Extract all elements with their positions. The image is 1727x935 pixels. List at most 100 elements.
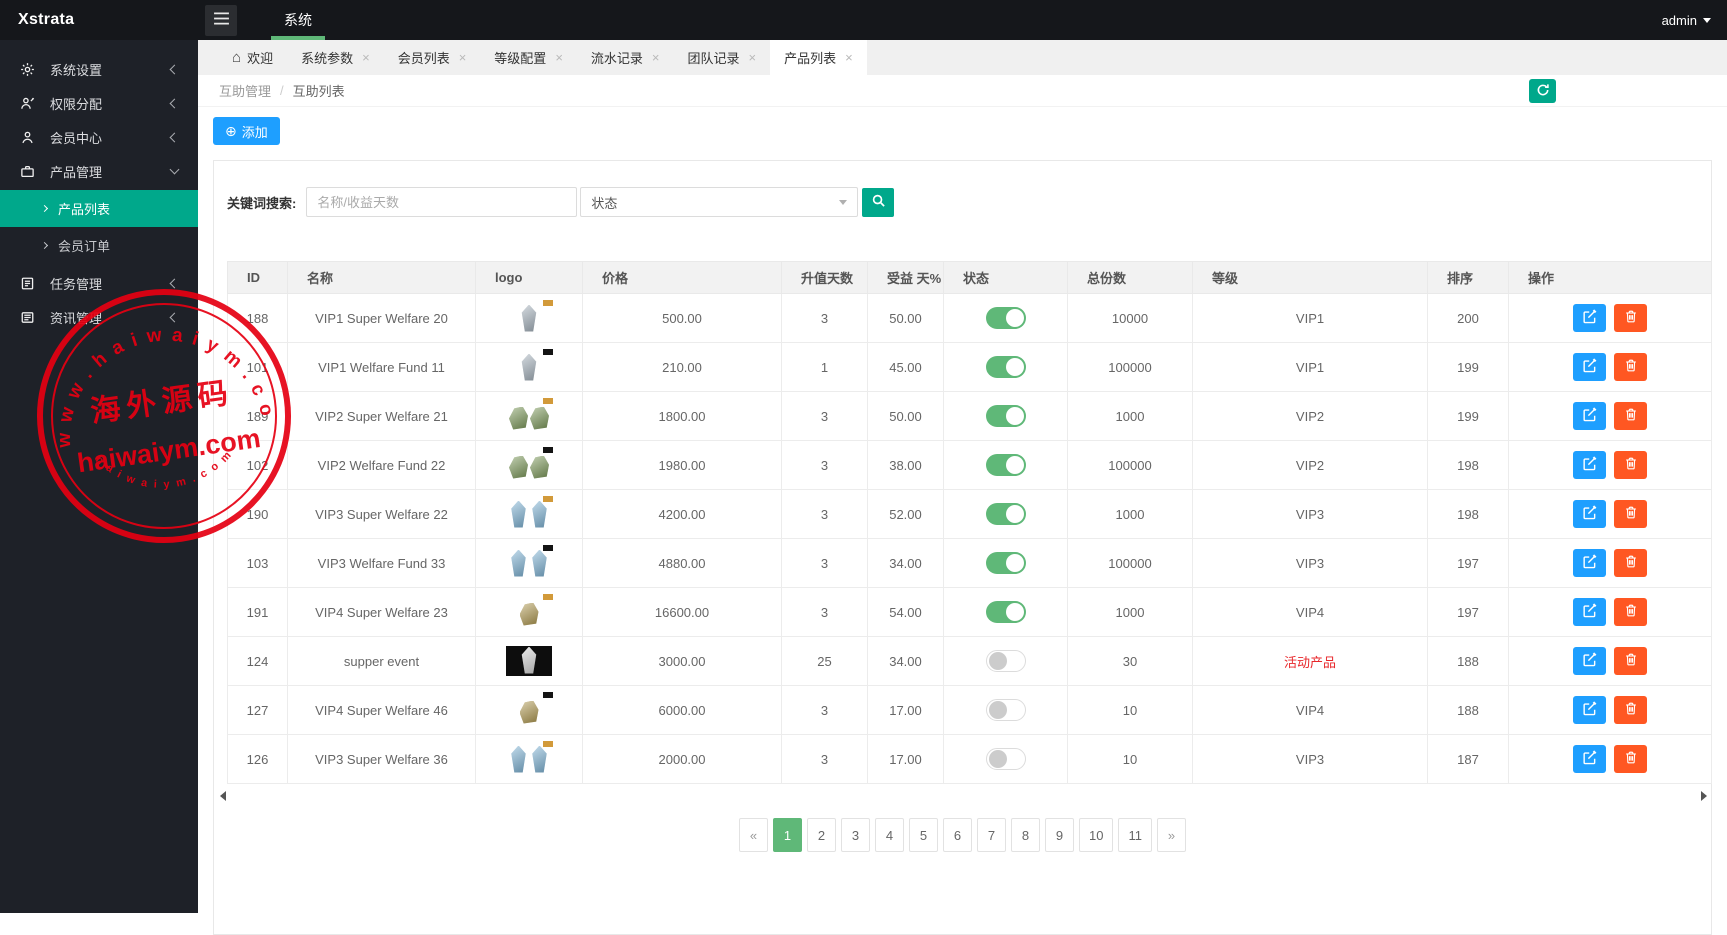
breadcrumb-parent[interactable]: 互助管理 — [219, 81, 271, 100]
tab-welcome[interactable]: ⌂ 欢迎 — [218, 40, 287, 75]
edit-button[interactable] — [1573, 304, 1606, 332]
status-toggle[interactable] — [985, 748, 1026, 770]
toggle-knob — [1005, 603, 1024, 621]
cell-total: 1000 — [1067, 489, 1193, 539]
toggle-knob — [1005, 358, 1024, 376]
edit-button[interactable] — [1573, 549, 1606, 577]
tab-member-list[interactable]: 会员列表 × — [384, 40, 481, 75]
sidebar-item-label: 产品列表 — [58, 202, 111, 217]
edit-button[interactable] — [1573, 696, 1606, 724]
level-text: VIP1 — [1295, 359, 1325, 375]
column-header: 操作 — [1508, 261, 1712, 294]
status-toggle[interactable] — [985, 552, 1026, 574]
status-select[interactable]: 状态 — [580, 187, 859, 217]
tab-close-icon[interactable]: × — [459, 50, 467, 65]
delete-button[interactable] — [1614, 500, 1647, 528]
delete-button[interactable] — [1614, 598, 1647, 626]
user-menu[interactable]: admin — [1662, 13, 1711, 28]
status-toggle[interactable] — [985, 356, 1026, 378]
cell-id: 191 — [227, 587, 288, 637]
delete-button[interactable] — [1614, 549, 1647, 577]
cell-name: VIP1 Super Welfare 20 — [287, 293, 476, 343]
logo-shape — [532, 549, 547, 577]
page-next[interactable]: » — [1156, 818, 1186, 852]
tab-close-icon[interactable]: × — [652, 50, 660, 65]
add-button[interactable]: ⊕ 添加 — [213, 117, 280, 145]
tab-flow-records[interactable]: 流水记录 × — [577, 40, 674, 75]
edit-button[interactable] — [1573, 353, 1606, 381]
status-toggle[interactable] — [985, 650, 1026, 672]
page-5[interactable]: 5 — [909, 818, 939, 852]
cell-sort: 197 — [1427, 538, 1509, 588]
status-toggle[interactable] — [985, 405, 1026, 427]
breadcrumb-separator: / — [280, 83, 284, 98]
page-1[interactable]: 1 — [773, 818, 803, 852]
tab-close-icon[interactable]: × — [749, 50, 757, 65]
edit-icon — [1582, 603, 1597, 621]
page-2[interactable]: 2 — [807, 818, 837, 852]
status-toggle[interactable] — [985, 454, 1026, 476]
column-header: 排序 — [1427, 261, 1509, 294]
delete-button[interactable] — [1614, 353, 1647, 381]
tab-product-list[interactable]: 产品列表 × — [770, 40, 867, 75]
keyword-input[interactable] — [306, 187, 578, 217]
page-8[interactable]: 8 — [1011, 818, 1041, 852]
page-3[interactable]: 3 — [841, 818, 871, 852]
page-11[interactable]: 11 — [1118, 818, 1152, 852]
sidebar-toggle-button[interactable] — [205, 4, 237, 36]
cell-sort: 188 — [1427, 685, 1509, 735]
tab-close-icon[interactable]: × — [845, 50, 853, 65]
topnav-system[interactable]: 系统 — [257, 0, 339, 40]
status-toggle[interactable] — [985, 699, 1026, 721]
edit-button[interactable] — [1573, 598, 1606, 626]
scroll-right-arrow-icon[interactable] — [1701, 791, 1707, 801]
edit-button[interactable] — [1573, 500, 1606, 528]
page-9[interactable]: 9 — [1045, 818, 1075, 852]
sidebar-item-member-orders[interactable]: 会员订单 — [0, 227, 198, 264]
status-toggle[interactable] — [985, 307, 1026, 329]
page-prev[interactable]: « — [739, 818, 769, 852]
delete-button[interactable] — [1614, 647, 1647, 675]
edit-button[interactable] — [1573, 402, 1606, 430]
status-toggle[interactable] — [985, 503, 1026, 525]
tab-close-icon[interactable]: × — [555, 50, 563, 65]
tab-team-records[interactable]: 团队记录 × — [674, 40, 771, 75]
delete-button[interactable] — [1614, 745, 1647, 773]
delete-button[interactable] — [1614, 402, 1647, 430]
status-toggle[interactable] — [985, 601, 1026, 623]
tab-label: 等级配置 — [494, 51, 547, 66]
sidebar-item-permission-assign[interactable]: 权限分配 — [0, 86, 198, 120]
delete-button[interactable] — [1614, 451, 1647, 479]
tab-close-icon[interactable]: × — [362, 50, 370, 65]
cell-actions — [1508, 440, 1712, 490]
edit-button[interactable] — [1573, 647, 1606, 675]
sidebar-item-member-center[interactable]: 会员中心 — [0, 120, 198, 154]
edit-button[interactable] — [1573, 745, 1606, 773]
page-6[interactable]: 6 — [943, 818, 973, 852]
tab-system-params[interactable]: 系统参数 × — [287, 40, 384, 75]
page-7[interactable]: 7 — [977, 818, 1007, 852]
page-10[interactable]: 10 — [1079, 818, 1114, 852]
delete-button[interactable] — [1614, 304, 1647, 332]
edit-icon — [1582, 358, 1597, 376]
cell-name: VIP3 Super Welfare 22 — [287, 489, 476, 539]
delete-button[interactable] — [1614, 696, 1647, 724]
scroll-left-arrow-icon[interactable] — [220, 791, 226, 801]
cell-sort: 198 — [1427, 489, 1509, 539]
cell-sort: 200 — [1427, 293, 1509, 343]
sidebar-item-product-management[interactable]: 产品管理 — [0, 154, 198, 188]
sidebar-item-task-management[interactable]: 任务管理 — [0, 266, 198, 300]
sidebar-item-system-settings[interactable]: 系统设置 — [0, 52, 198, 86]
sidebar-item-product-list[interactable]: 产品列表 — [0, 190, 198, 227]
tab-level-config[interactable]: 等级配置 × — [480, 40, 577, 75]
table-row: 189 VIP2 Super Welfare 21 1800.00 3 50.00 100… — [227, 391, 1712, 441]
tab-label: 欢迎 — [247, 51, 274, 66]
edit-button[interactable] — [1573, 451, 1606, 479]
refresh-button[interactable] — [1529, 79, 1556, 103]
table-header-row: ID 名称 logo 价格 升值天数 受益 天% 状态 总份数 等级 排序 操作 — [227, 261, 1712, 294]
page-4[interactable]: 4 — [875, 818, 905, 852]
username-text: admin — [1661, 12, 1697, 28]
cell-level: VIP4 — [1192, 685, 1428, 735]
search-button[interactable] — [862, 187, 895, 217]
sidebar-item-news-management[interactable]: 资讯管理 — [0, 300, 198, 334]
